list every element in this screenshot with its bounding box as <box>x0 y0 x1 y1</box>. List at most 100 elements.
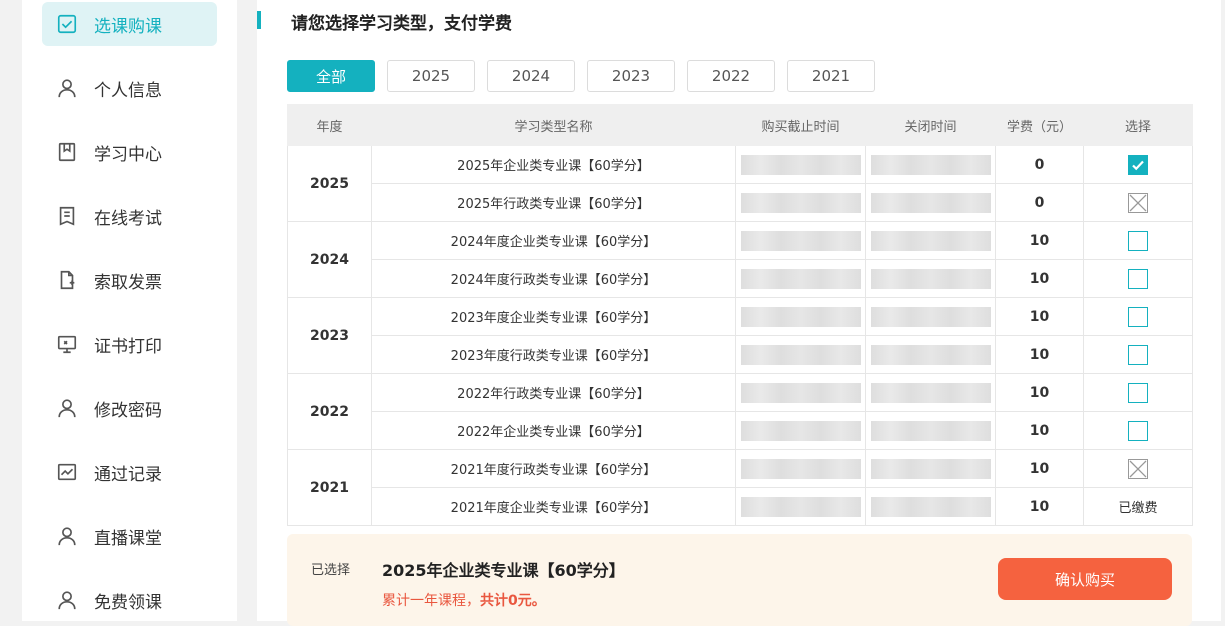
select-checkbox[interactable] <box>1128 230 1148 251</box>
redacted-blur <box>740 496 861 517</box>
selected-label: 已选择 <box>311 563 351 578</box>
table-row: 2023 2023年度企业类专业课【60学分】 10 <box>287 297 1193 374</box>
purchase-deadline-redacted <box>735 335 866 374</box>
select-checkbox[interactable] <box>1128 344 1148 365</box>
table-row: 2022年企业类专业课【60学分】 10 <box>288 411 1193 450</box>
selected-course: 2025年企业类专业课【60学分】 <box>382 561 625 580</box>
select-checkbox[interactable] <box>1128 420 1148 441</box>
purchase-deadline-redacted <box>735 259 866 298</box>
year-cell: 2022 <box>287 373 372 450</box>
redacted-blur <box>740 306 861 327</box>
course-name: 2023年度行政类专业课【60学分】 <box>371 335 736 374</box>
tab-2025[interactable]: 2025 <box>387 60 475 92</box>
fee-value: 10 <box>995 221 1084 260</box>
select-cell <box>1083 373 1193 412</box>
close-time-redacted <box>865 297 996 336</box>
course-name: 2023年度企业类专业课【60学分】 <box>371 297 736 336</box>
bookmark-icon <box>55 140 79 164</box>
sidebar-item-label: 索取发票 <box>94 272 162 293</box>
close-time-redacted <box>865 449 996 488</box>
select-checkbox[interactable] <box>1128 306 1148 327</box>
select-checkbox-checked[interactable] <box>1128 154 1148 175</box>
sidebar-item-3[interactable]: 学习中心 <box>42 130 217 174</box>
redacted-blur <box>870 458 991 479</box>
purchase-deadline-redacted <box>735 487 866 526</box>
table-header-row: 年度 学习类型名称 购买截止时间 关闭时间 学费（元） 选择 <box>287 104 1193 146</box>
sidebar-item-6[interactable]: 证书打印 <box>42 322 217 366</box>
sidebar-item-label: 学习中心 <box>94 144 162 165</box>
purchase-deadline-redacted <box>735 373 866 412</box>
table-row: 2023年度行政类专业课【60学分】 10 <box>288 335 1193 374</box>
tab-2023[interactable]: 2023 <box>587 60 675 92</box>
close-time-redacted <box>865 335 996 374</box>
table-row: 2021 2021年度行政类专业课【60学分】 10 <box>287 449 1193 526</box>
course-name: 2021年度企业类专业课【60学分】 <box>371 487 736 526</box>
course-name: 2022年企业类专业课【60学分】 <box>371 411 736 450</box>
select-cell <box>1083 145 1193 184</box>
sidebar-item-label: 修改密码 <box>94 400 162 421</box>
sidebar-item-2[interactable]: 个人信息 <box>42 66 217 110</box>
select-cell: 已缴费 <box>1083 487 1193 526</box>
sidebar-item-8[interactable]: 通过记录 <box>42 450 217 494</box>
course-name: 2024年度行政类专业课【60学分】 <box>371 259 736 298</box>
select-checkbox[interactable] <box>1128 268 1148 289</box>
course-name: 2024年度企业类专业课【60学分】 <box>371 221 736 260</box>
course-name: 2025年行政类专业课【60学分】 <box>371 183 736 222</box>
select-checkbox-disabled <box>1128 192 1148 213</box>
select-checkbox[interactable] <box>1128 382 1148 403</box>
sidebar-item-1[interactable]: 选课购课 <box>42 2 217 46</box>
redacted-blur <box>740 192 861 213</box>
close-time-redacted <box>865 411 996 450</box>
purchase-deadline-redacted <box>735 221 866 260</box>
sidebar-item-label: 选课购课 <box>94 16 162 37</box>
year-cell: 2021 <box>287 449 372 526</box>
tab-2021[interactable]: 2021 <box>787 60 875 92</box>
purchase-deadline-redacted <box>735 183 866 222</box>
redacted-blur <box>740 420 861 441</box>
header-close-time: 关闭时间 <box>865 104 996 146</box>
course-name: 2022年行政类专业课【60学分】 <box>371 373 736 412</box>
purchase-deadline-redacted <box>735 145 866 184</box>
redacted-blur <box>870 382 991 403</box>
select-cell <box>1083 221 1193 260</box>
document-icon <box>55 204 79 228</box>
tab-2024[interactable]: 2024 <box>487 60 575 92</box>
header-fee: 学费（元） <box>995 104 1084 146</box>
total-note: 累计一年课程，共计0元。 <box>382 590 546 610</box>
close-time-redacted <box>865 373 996 412</box>
redacted-blur <box>740 154 861 175</box>
purchase-deadline-redacted <box>735 449 866 488</box>
sidebar: 选课购课个人信息学习中心在线考试索取发票证书打印修改密码通过记录直播课堂免费领课 <box>22 0 237 621</box>
fee-value: 10 <box>995 297 1084 336</box>
fee-value: 10 <box>995 259 1084 298</box>
redacted-blur <box>740 268 861 289</box>
sidebar-item-label: 直播课堂 <box>94 528 162 549</box>
confirm-purchase-button[interactable]: 确认购买 <box>998 558 1172 600</box>
user-icon <box>55 524 79 548</box>
redacted-blur <box>870 268 991 289</box>
sidebar-item-10[interactable]: 免费领课 <box>42 578 217 622</box>
total-amount: 共计0元。 <box>480 593 546 609</box>
year-cell: 2024 <box>287 221 372 298</box>
tab-all[interactable]: 全部 <box>287 60 375 92</box>
redacted-blur <box>870 306 991 327</box>
file-add-icon <box>55 268 79 292</box>
close-time-redacted <box>865 259 996 298</box>
sidebar-item-7[interactable]: 修改密码 <box>42 386 217 430</box>
redacted-blur <box>870 420 991 441</box>
fee-value: 0 <box>995 145 1084 184</box>
close-time-redacted <box>865 183 996 222</box>
select-cell <box>1083 259 1193 298</box>
close-time-redacted <box>865 221 996 260</box>
sidebar-item-4[interactable]: 在线考试 <box>42 194 217 238</box>
user-icon <box>55 396 79 420</box>
sidebar-item-9[interactable]: 直播课堂 <box>42 514 217 558</box>
sidebar-item-5[interactable]: 索取发票 <box>42 258 217 302</box>
monitor-icon <box>55 332 79 356</box>
fee-value: 10 <box>995 449 1084 488</box>
fee-value: 10 <box>995 373 1084 412</box>
select-cell <box>1083 183 1193 222</box>
sidebar-item-label: 证书打印 <box>94 336 162 357</box>
tab-2022[interactable]: 2022 <box>687 60 775 92</box>
paid-status: 已缴费 <box>1118 501 1158 516</box>
